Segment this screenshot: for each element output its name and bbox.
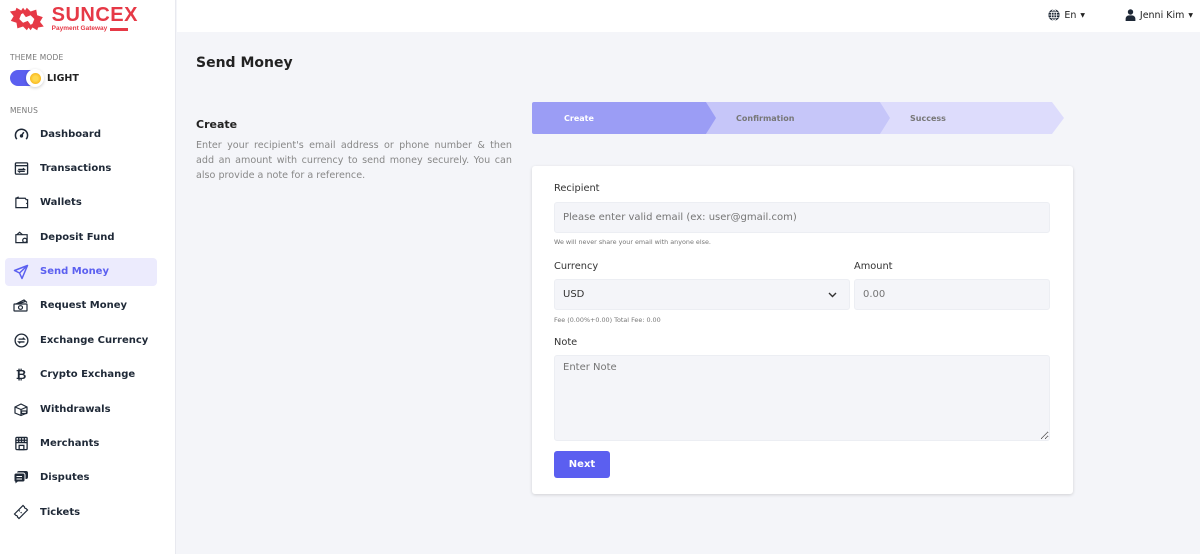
sidebar-item-withdrawals[interactable]: Withdrawals [5, 395, 157, 423]
deposit-wallet-icon [13, 229, 29, 245]
step-label: Confirmation [736, 113, 795, 123]
sidebar-item-label: Dashboard [40, 128, 101, 140]
intro-title: Create [196, 118, 238, 131]
sidebar-item-label: Wallets [40, 197, 82, 209]
sidebar: SUNCEX Payment Gateway THEME MODE LIGHT … [0, 0, 176, 554]
topbar: En ▼ Jenni Kim ▼ [177, 0, 1200, 32]
next-button[interactable]: Next [554, 451, 610, 478]
page-title: Send Money [196, 55, 293, 71]
fee-text: Fee (0.00%+0.00) Total Fee: 0.00 [554, 316, 661, 324]
sun-icon [29, 72, 41, 84]
exchange-icon [13, 332, 29, 348]
paper-plane-icon [13, 264, 29, 280]
intro-text: Enter your recipient's email address or … [196, 140, 512, 181]
sidebar-item-transactions[interactable]: Transactions [5, 154, 157, 182]
user-name: Jenni Kim [1139, 9, 1185, 21]
sidebar-item-disputes[interactable]: Disputes [5, 464, 157, 492]
sidebar-item-label: Crypto Exchange [40, 369, 136, 381]
currency-value: USD [563, 289, 585, 300]
money-request-icon [13, 298, 29, 314]
stepper: Create Confirmation Success [532, 102, 1064, 134]
ticket-icon [13, 504, 29, 520]
sidebar-item-send-money[interactable]: Send Money [5, 257, 157, 286]
user-menu[interactable]: Jenni Kim ▼ [1125, 9, 1193, 21]
sidebar-item-wallets[interactable]: Wallets [5, 189, 157, 217]
theme-mode-label: THEME MODE [10, 53, 64, 62]
note-label: Note [554, 337, 578, 348]
sidebar-item-crypto-exchange[interactable]: ₿ Crypto Exchange [5, 361, 157, 389]
sidebar-item-dashboard[interactable]: Dashboard [5, 120, 157, 148]
step-confirmation: Confirmation [706, 102, 890, 134]
sidebar-item-label: Merchants [40, 438, 100, 450]
dashboard-gauge-icon [13, 126, 29, 142]
withdraw-box-icon [13, 401, 29, 417]
send-money-form: Recipient We will never share your email… [532, 166, 1073, 494]
sidebar-nav: Dashboard Transactions Wallets Deposit F… [5, 120, 157, 533]
caret-down-icon: ▼ [1188, 11, 1193, 19]
sidebar-item-label: Send Money [40, 266, 109, 278]
sidebar-item-tickets[interactable]: Tickets [5, 498, 157, 526]
chevron-down-icon [828, 292, 837, 297]
recipient-label: Recipient [554, 183, 600, 194]
theme-toggle[interactable]: LIGHT [10, 69, 79, 87]
theme-value: LIGHT [47, 72, 79, 84]
currency-label: Currency [554, 261, 599, 272]
sidebar-item-request-money[interactable]: Request Money [5, 292, 157, 320]
wallet-icon [13, 195, 29, 211]
sidebar-item-merchants[interactable]: Merchants [5, 430, 157, 458]
sidebar-item-label: Exchange Currency [40, 334, 149, 346]
recipient-input[interactable] [554, 202, 1050, 233]
brand-logo[interactable]: SUNCEX Payment Gateway [8, 5, 138, 33]
sidebar-item-label: Withdrawals [40, 403, 111, 415]
tagline-bar [110, 28, 129, 31]
sidebar-item-label: Request Money [40, 300, 127, 312]
caret-down-icon: ▼ [1080, 11, 1085, 19]
bitcoin-icon: ₿ [15, 367, 27, 383]
brand-tagline: Payment Gateway [51, 25, 108, 33]
logo-mark-icon [9, 7, 44, 31]
user-icon [1125, 9, 1136, 21]
sidebar-item-label: Disputes [40, 472, 90, 484]
step-create: Create [532, 102, 716, 134]
step-label: Success [910, 113, 946, 123]
globe-icon [1048, 9, 1060, 21]
amount-label: Amount [854, 261, 893, 272]
menus-label: MENUS [10, 106, 39, 115]
sidebar-item-label: Tickets [40, 506, 81, 518]
language-value: En [1064, 9, 1077, 21]
sidebar-item-label: Transactions [40, 162, 112, 174]
language-selector[interactable]: En ▼ [1048, 9, 1085, 21]
sidebar-item-exchange-currency[interactable]: Exchange Currency [5, 326, 157, 354]
step-success: Success [880, 102, 1064, 134]
theme-switch[interactable] [10, 69, 44, 87]
currency-select[interactable]: USD [554, 279, 850, 310]
transactions-icon [13, 160, 29, 176]
store-icon [13, 436, 29, 452]
recipient-help-text: We will never share your email with anyo… [554, 238, 711, 246]
sidebar-item-label: Deposit Fund [40, 231, 115, 243]
brand-name: SUNCEX [51, 4, 138, 27]
chat-bubbles-icon [13, 470, 29, 486]
note-textarea[interactable] [554, 355, 1050, 441]
amount-input[interactable] [854, 279, 1050, 310]
sidebar-item-deposit-fund[interactable]: Deposit Fund [5, 223, 157, 251]
step-label: Create [564, 113, 594, 123]
